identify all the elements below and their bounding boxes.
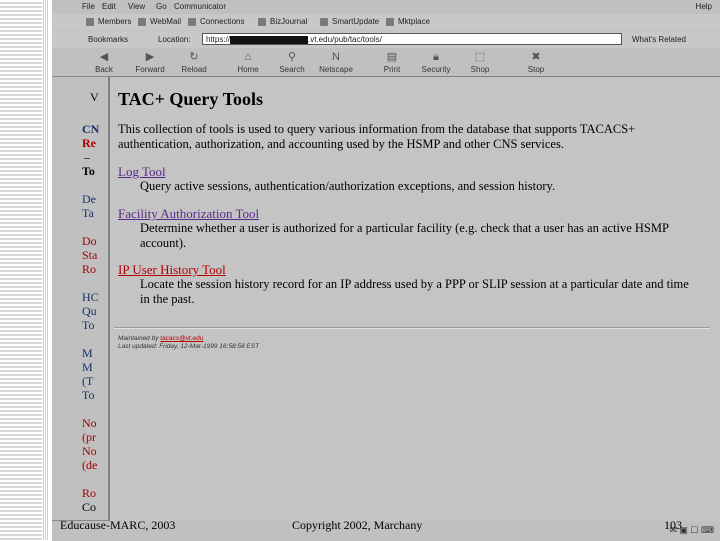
url-suffix: .vt.edu/pub/tac/tools/ (308, 35, 382, 44)
back-fragment: Qu (82, 304, 97, 318)
back-fragment[interactable]: To (82, 318, 95, 333)
menu-view[interactable]: View (128, 2, 145, 11)
back-fragment[interactable]: Do (82, 234, 97, 249)
last-updated-line: Last updated: Friday, 12-Mar-1999 16:58:… (118, 343, 260, 350)
menu-communicator[interactable]: Communicator (174, 2, 226, 11)
search-icon: ⚲ (287, 51, 297, 63)
shop-icon: ⬚ (474, 51, 486, 63)
back-fragment: V (90, 90, 99, 104)
menu-go[interactable]: Go (156, 2, 167, 11)
print-icon: ▤ (386, 51, 398, 63)
stop-button[interactable]: ✖ Stop (514, 50, 558, 74)
reload-icon: ↻ (189, 51, 199, 63)
bookmarks-button[interactable]: Bookmarks (88, 35, 128, 44)
footer-divider (114, 327, 710, 329)
menu-file[interactable]: File (82, 2, 95, 11)
stop-icon: ✖ (531, 51, 541, 63)
security-lock-icon: 🔒︎ (433, 51, 439, 63)
back-fragment: To (82, 164, 95, 178)
personal-item-webmail[interactable]: WebMail (138, 17, 181, 26)
back-fragment: (T (82, 374, 94, 388)
shop-button[interactable]: ⬚ Shop (458, 50, 502, 74)
back-fragment[interactable]: Ta (82, 206, 94, 221)
personal-item-mktplace[interactable]: Mktplace (386, 17, 430, 26)
log-tool-description: Query active sessions, authentication/au… (140, 179, 556, 193)
forward-arrow-icon: ▶ (145, 51, 155, 63)
maintainer-email-link[interactable]: tacacs@vt.edu (160, 335, 203, 342)
tac-query-tools-window: TAC+ Query Tools This collection of tool… (108, 76, 720, 521)
personal-toolbar: Members WebMail Connections BizJournal S… (52, 14, 720, 30)
back-fragment: Re (82, 136, 96, 150)
back-fragment: – (84, 150, 90, 164)
menu-bar: File Edit View Go Communicator Help (52, 0, 720, 14)
back-fragment: (de (82, 458, 98, 472)
back-fragment[interactable]: To (82, 388, 95, 403)
netscape-icon: N (332, 51, 340, 63)
personal-item-bizjournal[interactable]: BizJournal (258, 17, 307, 26)
security-button[interactable]: 🔒︎ Security (414, 50, 458, 74)
menu-help[interactable]: Help (696, 2, 712, 11)
search-button[interactable]: ⚲ Search (270, 50, 314, 74)
menu-edit[interactable]: Edit (102, 2, 116, 11)
back-fragment: CN (82, 122, 100, 136)
back-fragment: M (82, 360, 93, 374)
back-fragment: M (82, 346, 93, 360)
personal-item-members[interactable]: Members (86, 17, 131, 26)
print-button[interactable]: ▤ Print (370, 50, 414, 74)
slide-footer-copyright: Copyright 2002, Marchany (292, 518, 423, 532)
whats-related-button[interactable]: What's Related (632, 35, 686, 44)
back-fragment: Sta (82, 248, 98, 262)
home-button[interactable]: ⌂ Home (226, 50, 270, 74)
back-fragment: HC (82, 290, 99, 304)
personal-item-smartupdate[interactable]: SmartUpdate (320, 17, 379, 26)
home-icon: ⌂ (244, 51, 252, 63)
location-toolbar: Bookmarks Location: https:// .vt.edu/pub/… (52, 31, 720, 48)
location-label: Location: (158, 35, 191, 44)
back-fragment: No (82, 416, 97, 430)
maintainer-line: Maintained by tacacs@vt.edu (118, 335, 204, 342)
back-button[interactable]: ◀ Back (82, 50, 126, 74)
back-fragment[interactable]: Ro (82, 486, 96, 501)
netscape-button[interactable]: N Netscape (314, 50, 358, 74)
back-arrow-icon: ◀ (99, 51, 109, 63)
slide-page-number: 103 (664, 518, 682, 532)
ip-user-history-tool-description: Locate the session history record for an… (140, 277, 689, 306)
back-fragment: No (82, 444, 97, 458)
forward-button[interactable]: ▶ Forward (128, 50, 172, 74)
slide-footer-conference: Educause-MARC, 2003 (60, 518, 176, 532)
back-fragment: Co (82, 500, 97, 514)
url-prefix: https:// (206, 35, 231, 44)
navigation-toolbar: ◀ Back ▶ Forward ↻ Reload ⌂ Home ⚲ Search N Ne… (52, 48, 720, 77)
reload-button[interactable]: ↻ Reload (172, 50, 216, 74)
back-fragment[interactable]: De (82, 192, 96, 207)
ip-user-history-tool-link[interactable]: IP User History Tool (118, 262, 226, 278)
facility-authorization-tool-description: Determine whether a user is authorized f… (140, 221, 669, 250)
page-title: TAC+ Query Tools (118, 89, 263, 109)
url-redacted-block (230, 35, 309, 44)
location-url-field[interactable]: https:// .vt.edu/pub/tac/tools/ (202, 33, 622, 45)
facility-authorization-tool-link[interactable]: Facility Authorization Tool (118, 206, 259, 222)
back-fragment: Ro (82, 262, 97, 276)
log-tool-link[interactable]: Log Tool (118, 164, 166, 180)
slide-striped-border (0, 0, 48, 540)
personal-item-connections[interactable]: Connections (188, 17, 244, 26)
back-fragment: (pr (82, 430, 96, 444)
intro-paragraph: This collection of tools is used to quer… (118, 122, 636, 151)
